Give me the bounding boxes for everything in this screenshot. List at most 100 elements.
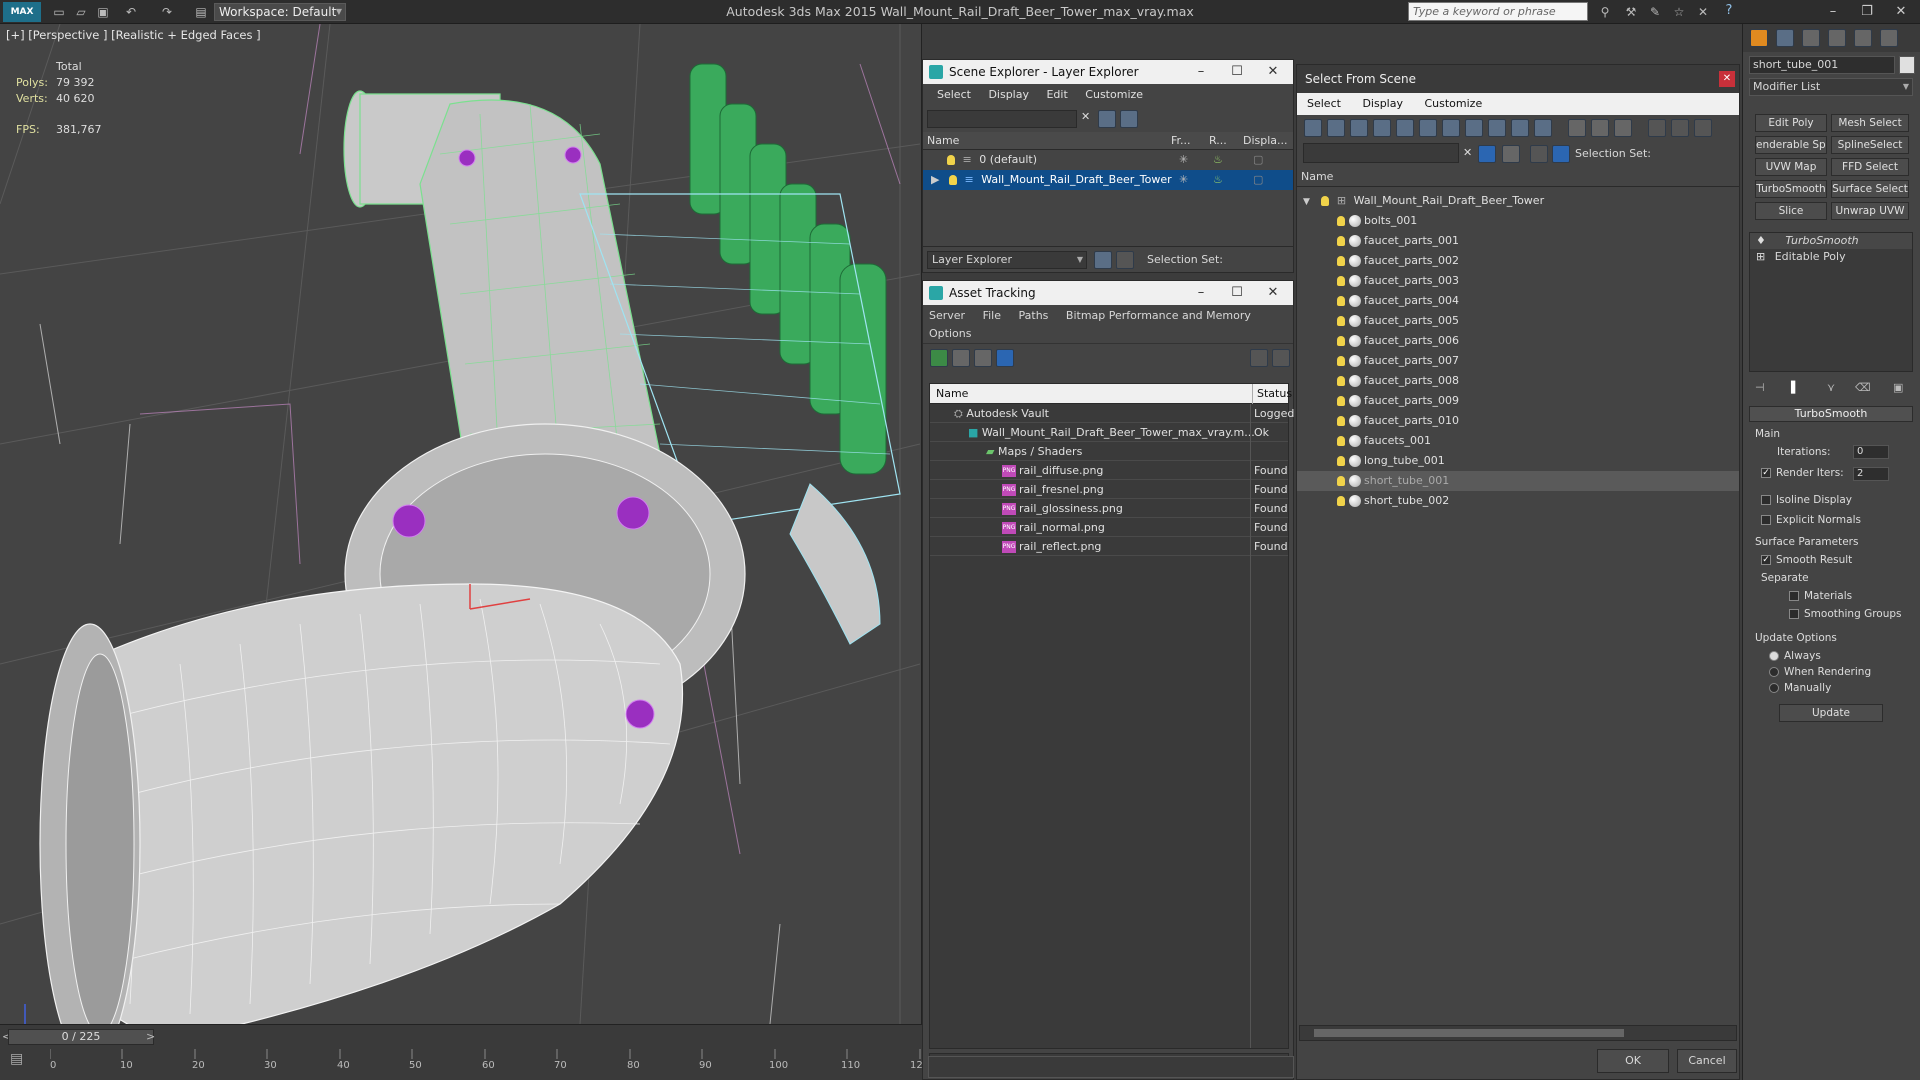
turbosmooth-button[interactable]: TurboSmooth [1755,180,1827,198]
explicit-normals-row[interactable]: Explicit Normals [1761,514,1861,526]
menu-server[interactable]: Server [929,309,965,322]
menu-customize[interactable]: Customize [1085,88,1143,101]
subscription-icon[interactable]: ⚒ [1622,3,1640,21]
mesh-select-button[interactable]: Mesh Select [1831,114,1909,132]
hierarchy-icon[interactable] [1116,251,1134,269]
always-row[interactable]: Always [1769,650,1821,662]
expand-plus-icon[interactable]: ⊞ [1756,250,1765,263]
filter-containers-icon[interactable] [1511,119,1529,137]
find-case-icon[interactable] [1478,145,1496,163]
object-color-swatch[interactable] [1899,56,1915,74]
smooth-result-checkbox[interactable]: ✓ [1761,555,1771,565]
smoothing-groups-checkbox[interactable] [1789,609,1799,619]
clear-search-icon[interactable]: ✕ [1463,146,1472,159]
collapse-arrow-icon[interactable]: ▼ [1303,197,1310,207]
asset-row-png[interactable]: PNG rail_diffuse.png Found [930,461,1288,480]
time-next-button[interactable]: > [146,1030,155,1043]
materials-checkbox[interactable] [1789,591,1799,601]
asset-path-field[interactable] [928,1056,1294,1078]
layer-row-default[interactable]: ≡ 0 (default) ✳ ♨ ▢ [923,150,1293,170]
project-folder-icon[interactable]: ▤ [192,3,210,21]
layers-toggle-icon[interactable] [1094,251,1112,269]
light-bulb-icon[interactable] [1337,436,1345,446]
menu-select[interactable]: Select [1307,97,1341,110]
asset-row-png[interactable]: PNG rail_reflect.png Found [930,537,1288,556]
tree-h-scrollbar[interactable] [1299,1025,1737,1041]
col-renderable[interactable]: R... [1209,132,1227,150]
freeze-icon[interactable]: ✳ [1179,150,1188,170]
smooth-result-row[interactable]: ✓ Smooth Result [1761,554,1852,566]
tree-item[interactable]: faucet_parts_009 [1297,391,1739,411]
light-bulb-icon[interactable] [1337,476,1345,486]
col-name[interactable]: Name [936,384,968,404]
configure-sets-icon[interactable]: ▣ [1893,381,1903,394]
menu-customize[interactable]: Customize [1424,97,1482,110]
render-iters-row[interactable]: ✓ Render Iters: [1761,467,1844,479]
close-icon[interactable]: ✕ [1719,71,1735,87]
perspective-viewport[interactable]: [+] [Perspective ] [Realistic + Edged Fa… [0,24,922,1024]
show-end-result-icon[interactable]: ▌ [1791,381,1799,394]
filter-lights-icon[interactable] [1350,119,1368,137]
layer-options-icon[interactable] [1120,110,1138,128]
menu-bitmap-performance[interactable]: Bitmap Performance and Memory [1066,309,1251,322]
always-radio[interactable] [1769,651,1779,661]
pin-stack-icon[interactable]: ⊣ [1755,381,1765,394]
viewport-label[interactable]: [+] [Perspective ] [Realistic + Edged Fa… [6,28,261,42]
expand-arrow-icon[interactable]: ▶ [931,173,939,186]
when-rendering-row[interactable]: When Rendering [1769,666,1871,678]
tree-item[interactable]: faucet_parts_010 [1297,411,1739,431]
filter-groups-icon[interactable] [1442,119,1460,137]
clear-filter-icon[interactable]: ✕ [1081,110,1090,123]
display-box-icon[interactable]: ▢ [1253,150,1263,170]
filter-spacewarps-icon[interactable] [1419,119,1437,137]
save-file-icon[interactable]: ▣ [94,3,112,21]
smoothing-groups-row[interactable]: Smoothing Groups [1789,608,1902,620]
col-name[interactable]: Name [1297,167,1739,187]
menu-paths[interactable]: Paths [1019,309,1049,322]
create-tab-icon[interactable] [1750,29,1768,47]
col-status[interactable]: Status [1252,384,1292,404]
light-bulb-icon[interactable]: ♦ [1756,234,1766,247]
tree-item[interactable]: faucet_parts_001 [1297,231,1739,251]
surface-select-button[interactable]: Surface Select [1831,180,1909,198]
render-iters-checkbox[interactable]: ✓ [1761,468,1771,478]
stack-item-turbosmooth[interactable]: ♦ TurboSmooth [1750,233,1912,249]
scene-search-input[interactable] [1303,143,1459,163]
layers-icon[interactable] [1530,145,1548,163]
modifier-list-dropdown[interactable]: Modifier List ▼ [1749,78,1913,96]
communication-icon[interactable]: ✎ [1646,3,1664,21]
new-file-icon[interactable]: ▭ [50,3,68,21]
col-name[interactable]: Name [927,132,959,150]
minimize-icon[interactable]: – [1816,3,1850,21]
renderable-spline-button[interactable]: enderable Splin [1755,136,1827,154]
help-icon[interactable]: ? [1718,3,1740,21]
modify-tab-icon[interactable] [1776,29,1794,47]
update-button[interactable]: Update [1779,704,1883,722]
menu-edit[interactable]: Edit [1046,88,1067,101]
render-teapot-icon[interactable]: ♨ [1213,150,1223,170]
utilities-tab-icon[interactable] [1880,29,1898,47]
light-bulb-icon[interactable] [1337,356,1345,366]
col-display[interactable]: Displa... [1243,132,1288,150]
asset-row-png[interactable]: PNG rail_normal.png Found [930,518,1288,537]
select-none-icon[interactable] [1591,119,1609,137]
explicit-normals-checkbox[interactable] [1761,515,1771,525]
settings-icon[interactable] [1272,349,1290,367]
light-bulb-icon[interactable] [948,175,957,185]
filter-cameras-icon[interactable] [1373,119,1391,137]
light-bulb-icon[interactable] [1321,196,1330,206]
tree-root[interactable]: ▼ ⊞ Wall_Mount_Rail_Draft_Beer_Tower [1297,191,1739,211]
asset-row-vault[interactable]: ⛭ Autodesk Vault Logged [930,404,1294,423]
unwrap-uvw-button[interactable]: Unwrap UVW [1831,202,1909,220]
filter-bones-icon[interactable] [1488,119,1506,137]
iterations-spinner[interactable]: 0 [1853,445,1889,459]
slice-button[interactable]: Slice [1755,202,1827,220]
col-frozen[interactable]: Fr... [1171,132,1191,150]
render-teapot-icon[interactable]: ♨ [1213,170,1223,190]
mini-curve-editor-icon[interactable]: ▤ [10,1051,30,1071]
light-bulb-icon[interactable] [1337,216,1345,226]
light-bulb-icon[interactable] [1337,496,1345,506]
light-bulb-icon[interactable] [947,155,955,165]
motion-tab-icon[interactable] [1828,29,1846,47]
tree-item[interactable]: faucet_parts_007 [1297,351,1739,371]
